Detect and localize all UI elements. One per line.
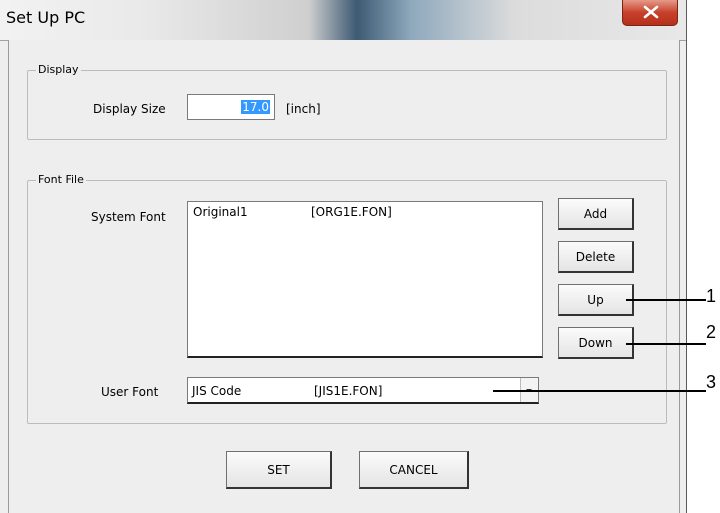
- user-font-file: [JIS1E.FON]: [314, 384, 383, 398]
- dialog-body: Display Display Size 17.0 [inch] Font Fi…: [8, 40, 680, 513]
- callout-line-1: [626, 299, 706, 301]
- system-font-list[interactable]: Original1 [ORG1E.FON]: [187, 201, 543, 358]
- set-button[interactable]: SET: [226, 451, 332, 489]
- setup-pc-dialog: Set Up PC Display Display Size 17.0 [inc…: [0, 0, 687, 513]
- display-size-unit: [inch]: [286, 102, 321, 116]
- callout-2: 2: [706, 322, 717, 342]
- system-font-label: System Font: [91, 210, 166, 224]
- callout-line-3: [493, 390, 706, 392]
- callout-line-2: [626, 343, 706, 345]
- user-font-select[interactable]: JIS Code [JIS1E.FON]: [187, 377, 539, 404]
- callout-1: 1: [706, 286, 717, 306]
- user-font-label: User Font: [101, 385, 159, 399]
- title-bar: Set Up PC: [0, 0, 686, 41]
- display-size-input[interactable]: 17.0: [187, 94, 275, 120]
- display-legend: Display: [36, 63, 81, 76]
- window-title: Set Up PC: [6, 8, 86, 27]
- callout-3: 3: [706, 372, 717, 392]
- list-item[interactable]: Original1 [ORG1E.FON]: [193, 205, 392, 219]
- font-file-legend: Font File: [36, 173, 86, 186]
- font-file: [ORG1E.FON]: [311, 205, 392, 219]
- cancel-button[interactable]: CANCEL: [359, 451, 469, 489]
- close-button[interactable]: [622, 0, 678, 26]
- close-x-icon: [643, 5, 659, 19]
- font-name: Original1: [193, 205, 248, 219]
- display-size-value: 17.0: [241, 100, 270, 114]
- down-button[interactable]: Down: [558, 327, 634, 359]
- add-button[interactable]: Add: [558, 198, 634, 230]
- delete-button[interactable]: Delete: [558, 241, 634, 273]
- display-size-label: Display Size: [93, 102, 166, 116]
- user-font-name: JIS Code: [192, 384, 242, 398]
- up-button[interactable]: Up: [558, 284, 634, 316]
